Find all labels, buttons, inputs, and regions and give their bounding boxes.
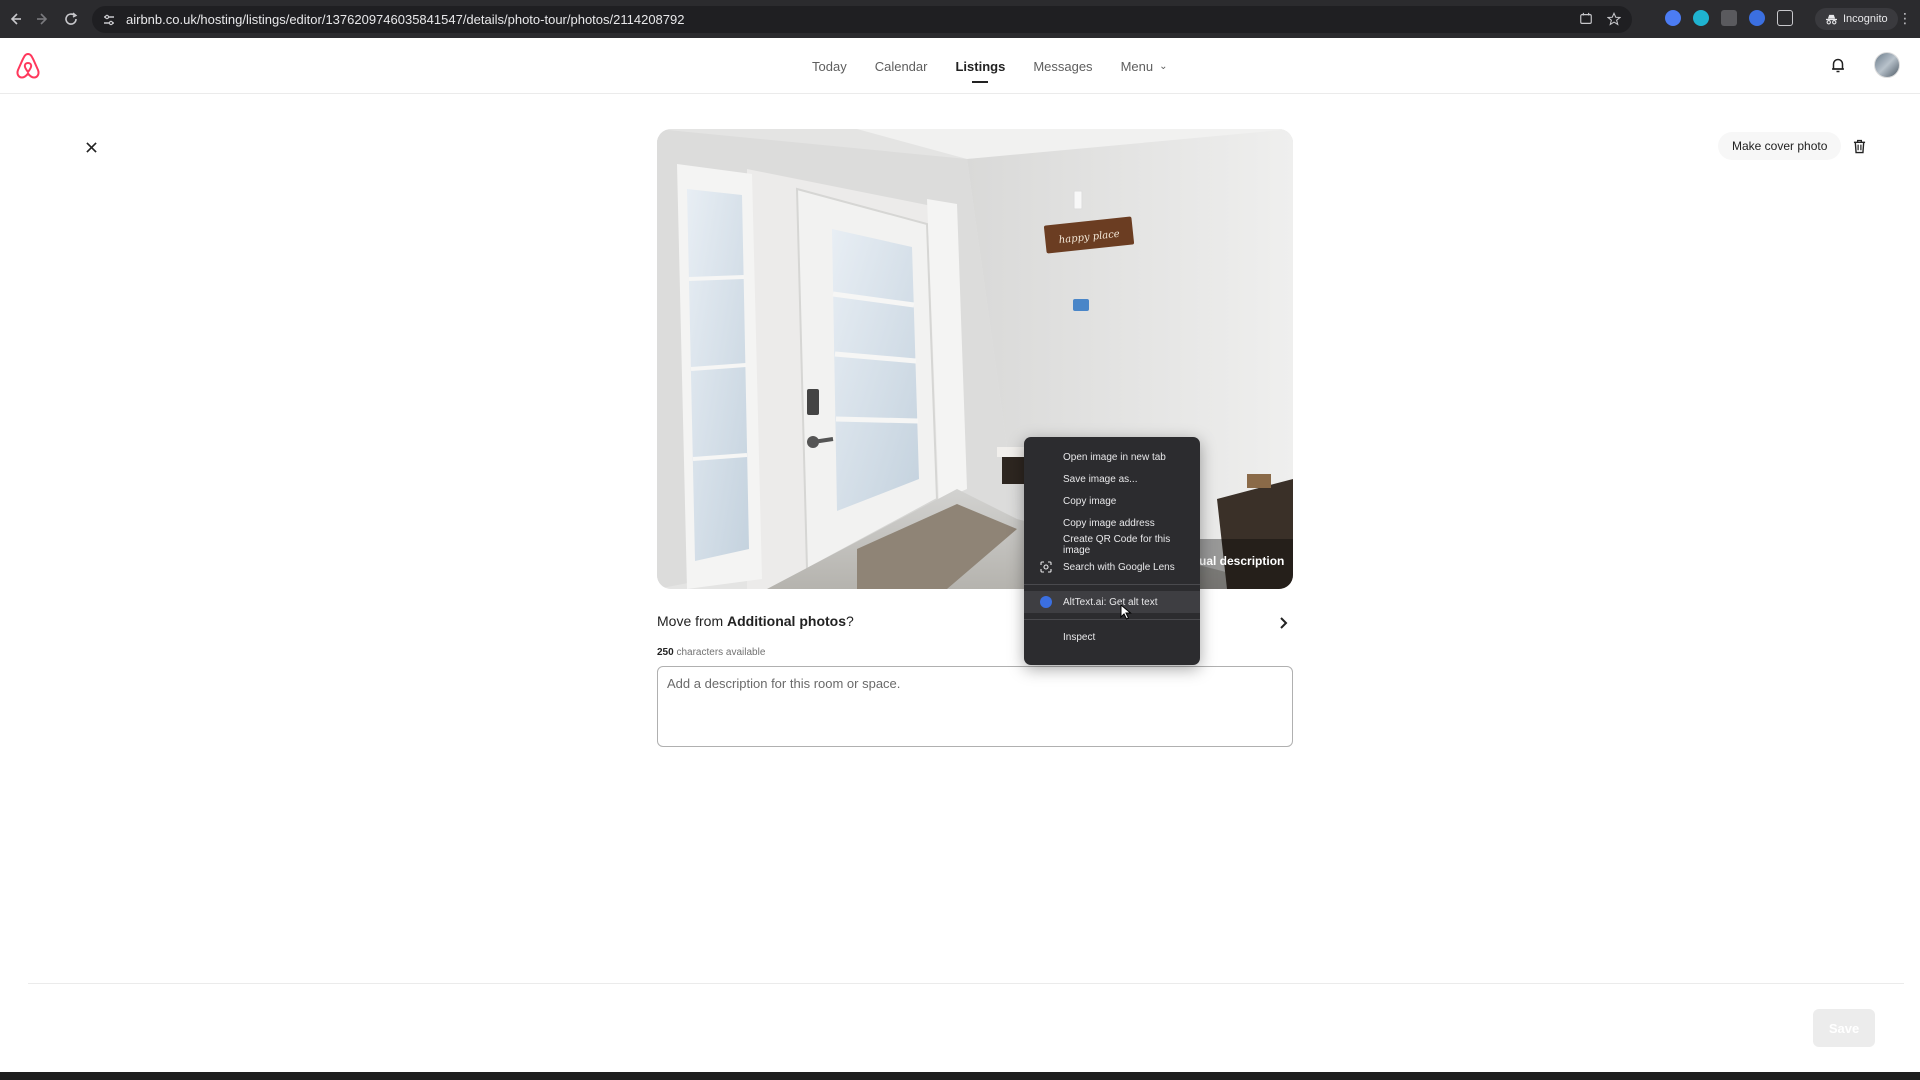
menu-item-label: Open image in new tab	[1063, 451, 1166, 463]
menu-open-image-new-tab[interactable]: Open image in new tab	[1024, 446, 1200, 468]
move-text: Move from Additional photos?	[657, 613, 854, 629]
extension-shield-icon[interactable]	[1665, 10, 1681, 26]
context-menu: Open image in new tab Save image as... C…	[1024, 437, 1200, 665]
menu-copy-image[interactable]: Copy image	[1024, 490, 1200, 512]
footer-divider	[28, 983, 1904, 984]
bookmark-star-icon[interactable]	[1606, 11, 1622, 27]
menu-item-label: AltText.ai: Get alt text	[1063, 596, 1158, 608]
close-icon[interactable]	[78, 134, 104, 160]
menu-item-label: Copy image address	[1063, 517, 1155, 529]
chars-suffix: characters available	[673, 647, 766, 658]
airbnb-logo-icon[interactable]	[14, 51, 42, 81]
forward-icon[interactable]	[30, 6, 56, 32]
reload-icon[interactable]	[58, 6, 84, 32]
trash-icon[interactable]	[1848, 134, 1870, 158]
save-button[interactable]: Save	[1813, 1009, 1875, 1047]
nav-menu-label: Menu	[1120, 58, 1154, 74]
menu-item-label: Search with Google Lens	[1063, 561, 1175, 573]
make-cover-photo-button[interactable]: Make cover photo	[1718, 132, 1842, 160]
url-text: airbnb.co.uk/hosting/listings/editor/137…	[126, 12, 685, 27]
menu-item-label: Create QR Code for this image	[1063, 534, 1171, 556]
extension-wave-icon[interactable]	[1693, 10, 1709, 26]
chars-count: 250	[657, 647, 674, 658]
back-icon[interactable]	[2, 6, 28, 32]
photo-description-label[interactable]: ual description	[1199, 554, 1284, 568]
incognito-icon	[1826, 14, 1837, 24]
nav-menu[interactable]: Menu ⌄	[1121, 38, 1168, 94]
site-settings-icon[interactable]	[102, 13, 116, 27]
characters-available: 250 characters available	[657, 647, 765, 658]
move-section-name: Additional photos	[727, 613, 846, 629]
alttext-extension-icon	[1040, 596, 1052, 608]
menu-separator	[1024, 619, 1200, 620]
nav-messages[interactable]: Messages	[1033, 38, 1092, 94]
taskbar	[0, 1072, 1920, 1080]
incognito-badge[interactable]: Incognito	[1815, 8, 1898, 30]
description-input[interactable]	[657, 666, 1293, 747]
menu-copy-image-address[interactable]: Copy image address	[1024, 512, 1200, 534]
browser-menu-icon[interactable]: ⋮	[1898, 10, 1912, 26]
extensions-menu-icon[interactable]	[1777, 10, 1793, 26]
nav-listings[interactable]: Listings	[955, 38, 1005, 94]
address-bar[interactable]: airbnb.co.uk/hosting/listings/editor/137…	[92, 6, 1632, 33]
chevron-down-icon: ⌄	[1159, 60, 1168, 72]
mouse-cursor-icon	[1120, 604, 1132, 620]
menu-create-qr-code[interactable]: Create QR Code for this image	[1024, 534, 1200, 556]
site-header: Today Calendar Listings Messages Menu ⌄	[0, 38, 1920, 94]
extension-puzzle-icon[interactable]	[1721, 10, 1737, 26]
menu-save-image-as[interactable]: Save image as...	[1024, 468, 1200, 490]
cast-icon[interactable]	[1578, 11, 1594, 27]
menu-item-label: Save image as...	[1063, 473, 1138, 485]
incognito-label: Incognito	[1843, 13, 1888, 25]
menu-search-google-lens[interactable]: Search with Google Lens	[1024, 556, 1200, 578]
move-prefix: Move from	[657, 613, 728, 629]
browser-toolbar: airbnb.co.uk/hosting/listings/editor/137…	[0, 0, 1920, 38]
google-lens-icon	[1040, 561, 1052, 573]
top-nav: Today Calendar Listings Messages Menu ⌄	[812, 38, 1195, 94]
notifications-bell-icon[interactable]	[1829, 56, 1847, 74]
menu-separator	[1024, 584, 1200, 585]
chevron-right-icon[interactable]	[1275, 614, 1291, 632]
menu-inspect[interactable]: Inspect	[1024, 626, 1200, 648]
menu-item-label: Copy image	[1063, 495, 1117, 507]
move-suffix: ?	[846, 613, 854, 629]
menu-item-label: Inspect	[1063, 631, 1096, 643]
avatar[interactable]	[1874, 52, 1900, 78]
nav-calendar[interactable]: Calendar	[875, 38, 928, 94]
menu-alttext-get-alt-text[interactable]: AltText.ai: Get alt text	[1024, 591, 1200, 613]
nav-today[interactable]: Today	[812, 38, 847, 94]
extension-alttext-icon[interactable]	[1749, 10, 1765, 26]
